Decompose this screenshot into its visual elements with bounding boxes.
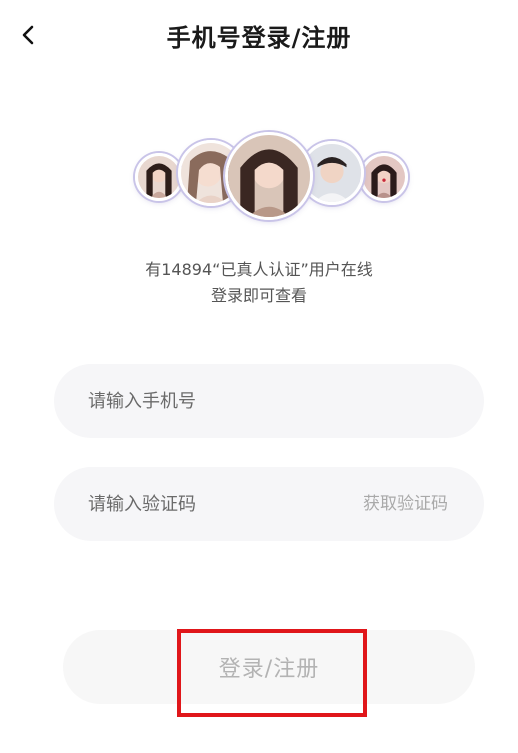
verification-code-input[interactable]: [88, 467, 328, 541]
login-register-label: 登录/注册: [218, 657, 320, 682]
avatar: [135, 153, 183, 201]
code-field[interactable]: 获取验证码: [54, 467, 484, 541]
get-code-button[interactable]: 获取验证码: [363, 467, 448, 541]
phone-field[interactable]: [54, 364, 484, 438]
phone-input[interactable]: [88, 364, 448, 438]
avatar: [225, 132, 313, 220]
avatar: [360, 153, 408, 201]
page-title: 手机号登录/注册: [166, 24, 352, 52]
header: 手机号登录/注册: [0, 0, 518, 72]
login-hint-text: 登录即可查看: [210, 286, 307, 305]
online-users-text: 有14894“已真人认证”用户在线: [145, 260, 373, 279]
avatar-group: [0, 130, 518, 225]
login-register-button[interactable]: 登录/注册: [63, 630, 475, 704]
